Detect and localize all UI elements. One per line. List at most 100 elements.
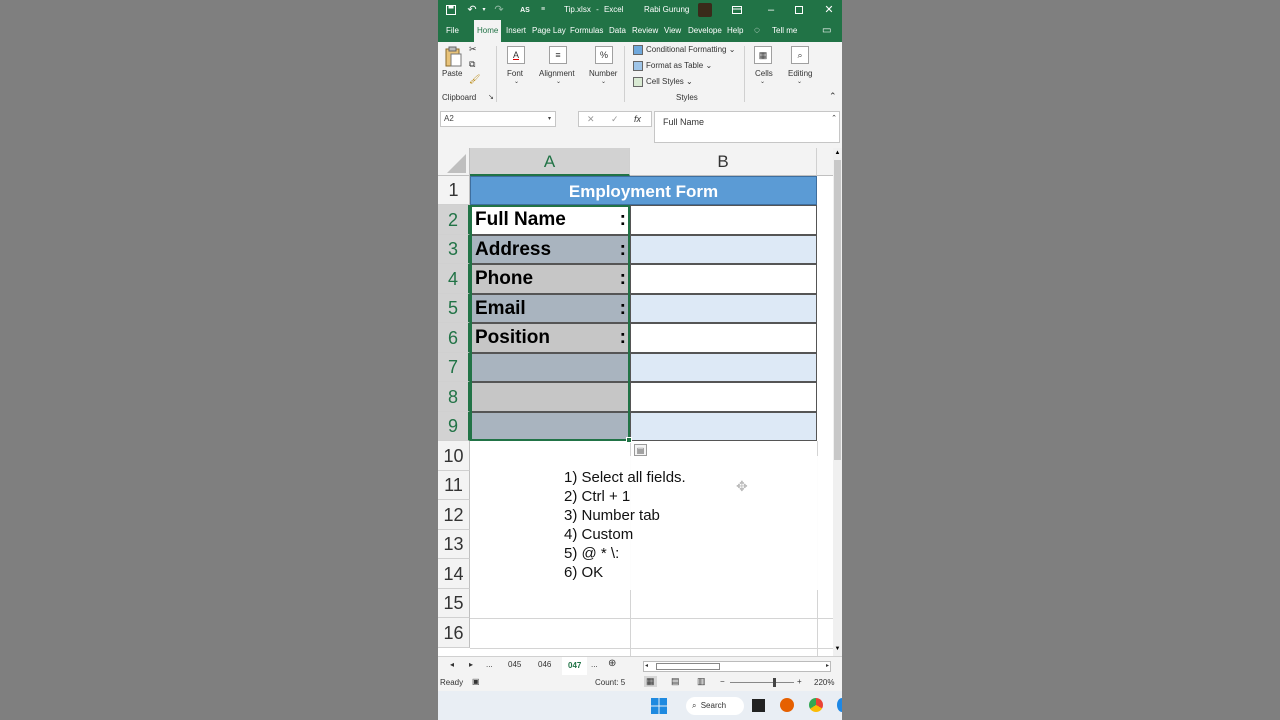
row-header-3[interactable]: 3 bbox=[438, 235, 470, 264]
zoom-slider-handle[interactable] bbox=[773, 678, 776, 687]
vertical-scroll-thumb[interactable] bbox=[834, 160, 841, 460]
sheet-ellipsis[interactable]: ... bbox=[486, 660, 493, 669]
tell-me-search[interactable]: Tell me bbox=[772, 20, 797, 42]
firefox-icon[interactable] bbox=[780, 698, 794, 712]
zoom-out-icon[interactable]: − bbox=[720, 677, 725, 686]
sheet-ellipsis-right[interactable]: ... bbox=[591, 660, 598, 669]
chrome-icon[interactable] bbox=[809, 698, 823, 712]
paste-icon[interactable] bbox=[444, 46, 462, 68]
scroll-up-icon[interactable]: ▲ bbox=[834, 150, 841, 158]
name-box-chevron-down-icon[interactable]: ▾ bbox=[548, 112, 551, 126]
sheet-tab-045[interactable]: 045 bbox=[508, 660, 521, 669]
alignment-chevron-down-icon[interactable]: ⌄ bbox=[556, 78, 561, 85]
save-icon[interactable] bbox=[444, 0, 458, 20]
row-header-5[interactable]: 5 bbox=[438, 294, 470, 323]
undo-icon[interactable]: ↶ bbox=[464, 0, 480, 20]
row-header-8[interactable]: 8 bbox=[438, 382, 470, 412]
cut-icon[interactable]: ✂ bbox=[469, 44, 477, 55]
close-icon[interactable]: ✕ bbox=[822, 0, 836, 20]
number-icon[interactable]: % bbox=[595, 46, 613, 64]
row-header-13[interactable]: 13 bbox=[438, 530, 470, 559]
zoom-in-icon[interactable]: + bbox=[797, 677, 802, 686]
comments-icon[interactable]: ▭ bbox=[822, 20, 831, 42]
enter-icon[interactable]: ✓ bbox=[611, 114, 619, 125]
column-header-b[interactable]: B bbox=[630, 148, 817, 176]
user-name[interactable]: Rabi Gurung bbox=[644, 0, 689, 20]
field-input-empty[interactable] bbox=[630, 382, 817, 412]
horizontal-scroll-thumb[interactable] bbox=[656, 663, 720, 670]
cell-styles-button[interactable]: Cell Styles ⌄ bbox=[633, 77, 693, 87]
undo-dropdown-icon[interactable]: ▾ bbox=[480, 0, 488, 20]
row-header-15[interactable]: 15 bbox=[438, 589, 470, 618]
minimize-icon[interactable]: – bbox=[764, 0, 778, 20]
row-header-4[interactable]: 4 bbox=[438, 264, 470, 294]
tab-file[interactable]: File bbox=[446, 20, 459, 42]
tab-data[interactable]: Data bbox=[609, 20, 626, 42]
expand-formula-bar-icon[interactable]: ⌃ bbox=[831, 114, 837, 122]
cells-icon[interactable]: ▦ bbox=[754, 46, 772, 64]
row-header-7[interactable]: 7 bbox=[438, 353, 470, 382]
insert-function-icon[interactable]: fx bbox=[634, 114, 641, 124]
tab-insert[interactable]: Insert bbox=[506, 20, 526, 42]
zoom-level[interactable]: 220% bbox=[814, 678, 834, 687]
form-title[interactable]: Employment Form bbox=[470, 176, 817, 205]
number-chevron-down-icon[interactable]: ⌄ bbox=[601, 78, 606, 85]
add-sheet-icon[interactable]: ⊕ bbox=[608, 658, 616, 669]
field-input-full-name[interactable] bbox=[630, 205, 817, 235]
cells-chevron-down-icon[interactable]: ⌄ bbox=[760, 78, 765, 85]
row-header-6[interactable]: 6 bbox=[438, 323, 470, 353]
format-as-table-button[interactable]: Format as Table ⌄ bbox=[633, 61, 712, 71]
tab-help[interactable]: Help bbox=[727, 20, 743, 42]
clipboard-launcher-icon[interactable]: ↘ bbox=[488, 93, 494, 101]
quick-analysis-icon[interactable]: ▤ bbox=[634, 444, 647, 456]
field-input-phone[interactable] bbox=[630, 264, 817, 294]
tab-page-layout[interactable]: Page Lay bbox=[532, 20, 566, 42]
page-layout-view-icon[interactable]: ▤ bbox=[671, 676, 680, 687]
scroll-right-icon[interactable]: ▸ bbox=[826, 662, 829, 669]
alignment-button[interactable]: Alignment bbox=[539, 69, 575, 78]
alignment-icon[interactable]: ≡ bbox=[549, 46, 567, 64]
sheet-prev-icon[interactable]: ◂ bbox=[450, 660, 454, 669]
collapse-ribbon-icon[interactable]: ⌃ bbox=[829, 91, 837, 102]
status-count[interactable]: Count: 5 bbox=[595, 678, 625, 687]
number-button[interactable]: Number bbox=[589, 69, 617, 78]
maximize-icon[interactable] bbox=[792, 0, 806, 20]
editing-button[interactable]: Editing bbox=[788, 69, 812, 78]
field-input-address[interactable] bbox=[630, 235, 817, 264]
task-view-icon[interactable] bbox=[752, 699, 765, 712]
scroll-down-icon[interactable]: ▼ bbox=[834, 646, 841, 654]
ribbon-display-icon[interactable] bbox=[730, 0, 744, 20]
paste-button[interactable]: Paste bbox=[442, 69, 462, 78]
quick-access-more-icon[interactable]: ≡ bbox=[538, 0, 548, 20]
sheet-next-icon[interactable]: ▸ bbox=[469, 660, 473, 669]
field-input-email[interactable] bbox=[630, 294, 817, 323]
windows-start-icon[interactable] bbox=[651, 698, 667, 719]
row-header-14[interactable]: 14 bbox=[438, 559, 470, 589]
row-header-11[interactable]: 11 bbox=[438, 471, 470, 500]
sheet-tab-047[interactable]: 047 bbox=[562, 657, 588, 677]
select-all-corner[interactable] bbox=[438, 148, 470, 176]
autosave-icon[interactable]: AS bbox=[514, 0, 536, 20]
row-header-1[interactable]: 1 bbox=[438, 176, 470, 205]
tab-developer[interactable]: Develope bbox=[688, 20, 722, 42]
editing-chevron-down-icon[interactable]: ⌄ bbox=[797, 78, 802, 85]
row-header-9[interactable]: 9 bbox=[438, 412, 470, 441]
row-header-16[interactable]: 16 bbox=[438, 618, 470, 648]
zoom-slider[interactable] bbox=[730, 682, 794, 683]
conditional-formatting-button[interactable]: Conditional Formatting ⌄ bbox=[633, 45, 735, 55]
font-icon[interactable]: A bbox=[507, 46, 525, 64]
column-header-empty[interactable] bbox=[817, 148, 833, 176]
fill-handle[interactable] bbox=[626, 437, 632, 443]
taskbar-search[interactable]: ⌕ Search bbox=[686, 697, 744, 715]
tab-view[interactable]: View bbox=[664, 20, 681, 42]
normal-view-icon[interactable]: ▦ bbox=[644, 676, 657, 687]
tab-home[interactable]: Home bbox=[474, 20, 502, 42]
accessibility-icon[interactable]: ▣ bbox=[472, 677, 480, 686]
field-input-empty[interactable] bbox=[630, 412, 817, 441]
copy-icon[interactable]: ⧉ bbox=[469, 59, 475, 70]
redo-icon[interactable]: ↷ bbox=[492, 0, 506, 20]
edge-icon[interactable] bbox=[837, 698, 842, 712]
row-header-2[interactable]: 2 bbox=[438, 205, 470, 235]
avatar[interactable] bbox=[698, 0, 714, 20]
column-header-a[interactable]: A bbox=[470, 148, 630, 176]
